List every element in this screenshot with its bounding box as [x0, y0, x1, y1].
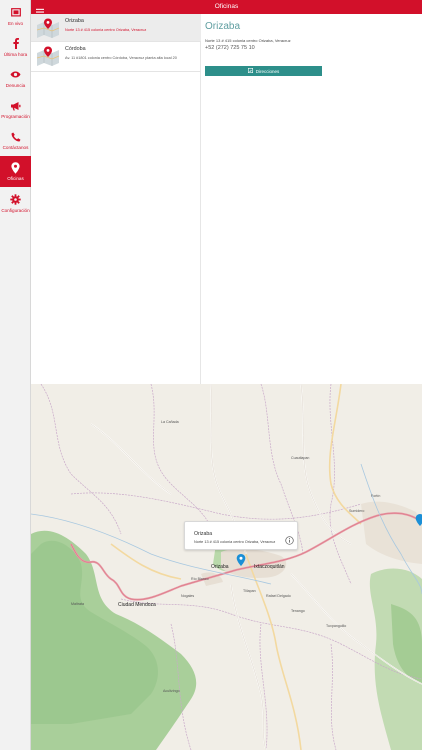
office-address: Norte 13 # 415 colonia centro Orizaba, V…	[65, 28, 147, 32]
map-label: Fortín	[371, 494, 381, 498]
map-label: Río Blanco	[191, 577, 209, 581]
gear-icon	[0, 191, 31, 208]
eye-icon	[0, 66, 31, 83]
map-view[interactable]: Orizaba Ixtaczoquitlán Río Blanco Ciudad…	[31, 384, 422, 750]
facebook-icon	[0, 35, 31, 52]
sidebar: En vivo Última hora Denuncia Programació…	[0, 0, 31, 750]
map-thumbnail-icon	[36, 18, 60, 38]
sidebar-item-label: Configuración	[1, 208, 30, 213]
sidebar-item-label: Contáctanos	[2, 145, 29, 150]
sidebar-item-configuracion[interactable]: Configuración	[0, 191, 31, 221]
sidebar-item-denuncia[interactable]: Denuncia	[0, 66, 31, 96]
map-label: Orizaba	[211, 564, 229, 570]
office-address: Av. 11 #1801 colonia centro Córdoba, Ver…	[65, 56, 177, 60]
map-label: Nogales	[181, 594, 195, 598]
popup-office-address: Norte 13 # 415 colonia centro Orizaba, V…	[194, 540, 276, 544]
map-thumbnail-icon	[36, 46, 60, 66]
office-name: Orizaba	[65, 18, 84, 24]
popup-office-name: Orizaba	[194, 531, 213, 537]
map-label: Tuxpanguillo	[326, 624, 347, 628]
map-label: Acultzingo	[163, 689, 180, 693]
map-label: Cuautlapan	[291, 456, 310, 460]
sidebar-item-label: Última hora	[3, 52, 28, 57]
detail-office-address: Norte 13 # 415 colonia centro Orizaba, V…	[205, 38, 291, 43]
map-label: Ciudad Mendoza	[118, 602, 156, 608]
sidebar-item-label: En vivo	[7, 21, 24, 26]
office-item-orizaba[interactable]: Orizaba Norte 13 # 415 colonia centro Or…	[31, 14, 201, 42]
map-label: Maltrata	[71, 602, 84, 606]
sidebar-item-en-vivo[interactable]: En vivo	[0, 4, 31, 34]
phone-icon	[0, 128, 31, 145]
megaphone-icon	[0, 97, 31, 114]
directions-label: Direcciones	[255, 68, 280, 74]
sidebar-item-label: Denuncia	[5, 83, 26, 88]
map-label: Ixtaczoquitlán	[254, 564, 285, 570]
directions-button[interactable]: Direcciones	[205, 66, 322, 76]
map-info-popup[interactable]: Orizaba Norte 13 # 415 colonia centro Or…	[184, 521, 298, 550]
live-tv-icon	[0, 4, 31, 21]
sidebar-item-ultima-hora[interactable]: Última hora	[0, 35, 31, 65]
location-pin-icon	[0, 159, 31, 176]
sidebar-item-programacion[interactable]: Programación	[0, 97, 31, 127]
office-list: Orizaba Norte 13 # 415 colonia centro Or…	[31, 14, 201, 384]
info-icon[interactable]	[285, 536, 294, 545]
office-detail: Orizaba Norte 13 # 415 colonia centro Or…	[201, 14, 422, 384]
map-label: Tenango	[291, 609, 305, 613]
detail-office-phone[interactable]: +52 (272) 725 75 10	[205, 45, 255, 51]
map-label: Tlilapan	[243, 589, 256, 593]
sidebar-item-contactanos[interactable]: Contáctanos	[0, 128, 31, 158]
sidebar-item-label: Programación	[1, 114, 30, 119]
app: En vivo Última hora Denuncia Programació…	[0, 0, 422, 750]
page-title: Oficinas	[214, 3, 239, 10]
detail-office-name: Orizaba	[205, 21, 241, 32]
office-name: Córdoba	[65, 46, 86, 52]
top-bar: Oficinas	[31, 0, 422, 16]
map-label: Sumidero	[349, 509, 365, 513]
map-label: Rafael Delgado	[266, 594, 291, 598]
map-label: La Cañada	[161, 420, 179, 424]
office-item-cordoba[interactable]: Córdoba Av. 11 #1801 colonia centro Córd…	[31, 42, 201, 72]
sidebar-item-oficinas[interactable]: Oficinas	[0, 156, 31, 187]
sidebar-item-label: Oficinas	[7, 176, 24, 181]
directions-icon	[247, 68, 253, 74]
